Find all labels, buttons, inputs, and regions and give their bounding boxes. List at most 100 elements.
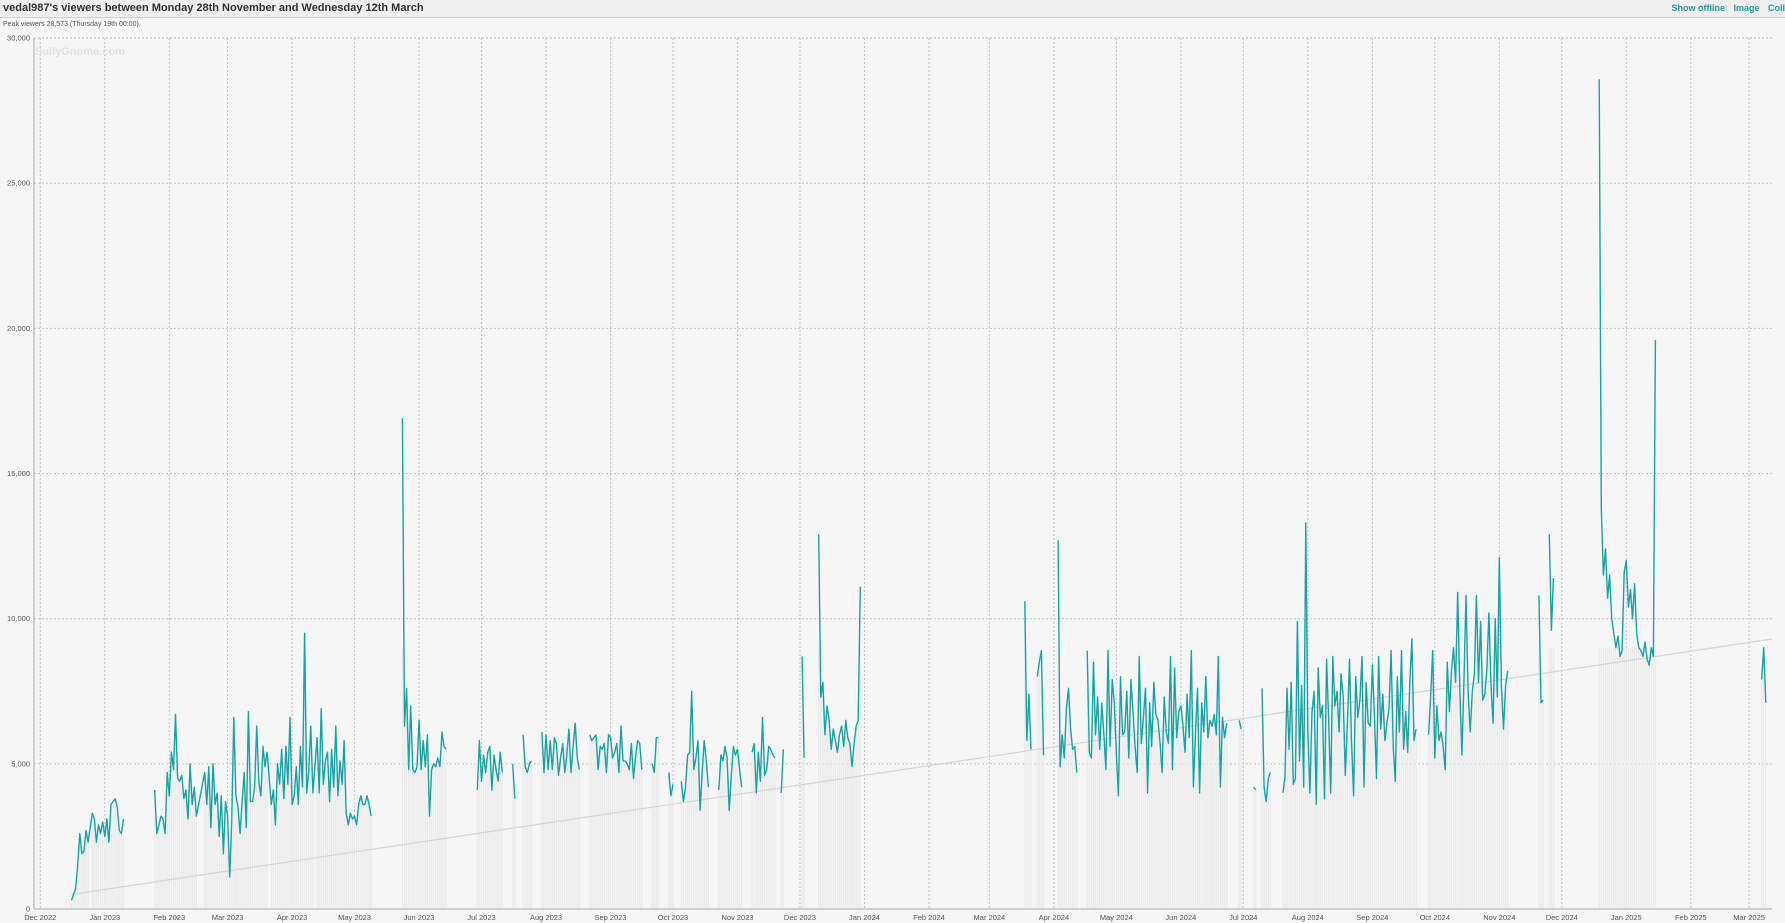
- online-bar: [855, 726, 857, 909]
- online-bar: [347, 824, 349, 909]
- online-bar: [732, 746, 735, 909]
- online-bar: [847, 737, 849, 909]
- online-bar: [724, 746, 726, 909]
- online-bar: [703, 740, 705, 909]
- x-tick-label: Feb 2025: [1675, 913, 1707, 922]
- online-bar: [102, 821, 104, 909]
- online-bar: [403, 726, 406, 909]
- online-bar: [1371, 665, 1374, 909]
- online-bar: [1427, 734, 1430, 909]
- online-bar: [368, 804, 370, 909]
- online-bar: [1498, 647, 1501, 909]
- online-bar: [1392, 746, 1394, 909]
- online-bar: [1171, 769, 1174, 909]
- x-tick-label: Feb 2023: [153, 913, 185, 922]
- x-tick-label: Sep 2024: [1356, 913, 1388, 922]
- online-bar: [1061, 734, 1063, 909]
- online-bar: [1340, 673, 1342, 909]
- online-bar: [1357, 717, 1359, 909]
- online-bar: [91, 813, 93, 909]
- online-bar: [1103, 734, 1105, 909]
- online-bar: [172, 769, 175, 909]
- x-tick-label: Sep 2023: [594, 913, 626, 922]
- online-bar: [497, 781, 499, 909]
- online-bar: [1477, 682, 1480, 909]
- online-bar: [566, 755, 568, 909]
- online-bar: [626, 763, 628, 909]
- online-bar: [780, 792, 782, 909]
- online-bar: [668, 772, 670, 909]
- online-bar: [545, 734, 547, 909]
- online-bar: [349, 813, 352, 909]
- x-tick-label: May 2023: [338, 913, 371, 922]
- online-bar: [228, 877, 231, 909]
- online-bar: [191, 804, 193, 909]
- x-tick-label: Nov 2023: [721, 913, 753, 922]
- online-bar: [1380, 728, 1382, 909]
- online-bar: [682, 801, 685, 909]
- online-bar: [707, 787, 710, 909]
- online-bar: [1209, 720, 1211, 909]
- online-bar: [1303, 787, 1305, 909]
- x-tick-label: Aug 2024: [1292, 913, 1324, 922]
- online-bar: [293, 795, 295, 909]
- online-bar: [757, 752, 760, 909]
- online-bar: [1602, 647, 1605, 909]
- online-bar: [493, 755, 495, 909]
- online-bar: [324, 760, 327, 909]
- online-bar: [1203, 731, 1205, 909]
- online-bar: [355, 824, 358, 909]
- online-bar: [514, 798, 516, 909]
- online-bar: [1207, 737, 1209, 909]
- online-bar: [834, 740, 837, 909]
- online-bar: [1146, 792, 1149, 909]
- online-bar: [270, 804, 272, 909]
- x-tick-label: Aug 2023: [530, 913, 562, 922]
- online-bar: [1484, 694, 1486, 909]
- online-bar: [1024, 647, 1026, 909]
- online-bar: [1762, 647, 1765, 909]
- online-bar: [1180, 705, 1182, 909]
- online-bar: [1415, 728, 1417, 909]
- online-bar: [370, 816, 372, 909]
- online-bar: [1450, 670, 1453, 909]
- online-bar: [1282, 792, 1284, 909]
- online-bar: [859, 647, 862, 909]
- viewers-line-segment: [718, 745, 743, 811]
- online-bar: [1026, 740, 1028, 909]
- watermark: SullyGnome.com: [35, 46, 125, 58]
- online-bar: [1344, 775, 1346, 909]
- online-bar: [1540, 702, 1542, 909]
- online-bar: [1142, 717, 1145, 909]
- y-tick-label: 20,000: [7, 324, 30, 333]
- online-bar: [1038, 662, 1041, 909]
- online-bar: [160, 816, 162, 909]
- online-bar: [1506, 670, 1509, 909]
- online-bar: [195, 816, 198, 909]
- online-bar: [595, 734, 597, 909]
- online-bar: [526, 772, 528, 909]
- online-bars: [70, 647, 1767, 909]
- online-bar: [1284, 778, 1286, 909]
- online-bar: [616, 743, 618, 909]
- online-bar: [830, 749, 832, 909]
- online-bar: [1369, 726, 1371, 909]
- online-bar: [106, 818, 108, 909]
- online-bar: [1760, 679, 1763, 909]
- online-bar: [301, 787, 304, 909]
- online-bar: [1407, 752, 1409, 909]
- online-bar: [1440, 731, 1442, 909]
- online-bar: [1448, 711, 1451, 909]
- online-bar: [768, 746, 770, 909]
- online-bar: [1627, 647, 1630, 909]
- online-bar: [1238, 720, 1240, 909]
- online-bar: [1394, 781, 1396, 909]
- online-bar: [599, 746, 601, 909]
- online-bar: [720, 755, 722, 909]
- online-bar: [1253, 787, 1255, 909]
- online-bar: [655, 737, 658, 909]
- online-bar: [1438, 740, 1440, 909]
- online-bar: [1128, 758, 1130, 909]
- x-tick-label: Apr 2023: [277, 913, 307, 922]
- online-bar: [312, 792, 314, 909]
